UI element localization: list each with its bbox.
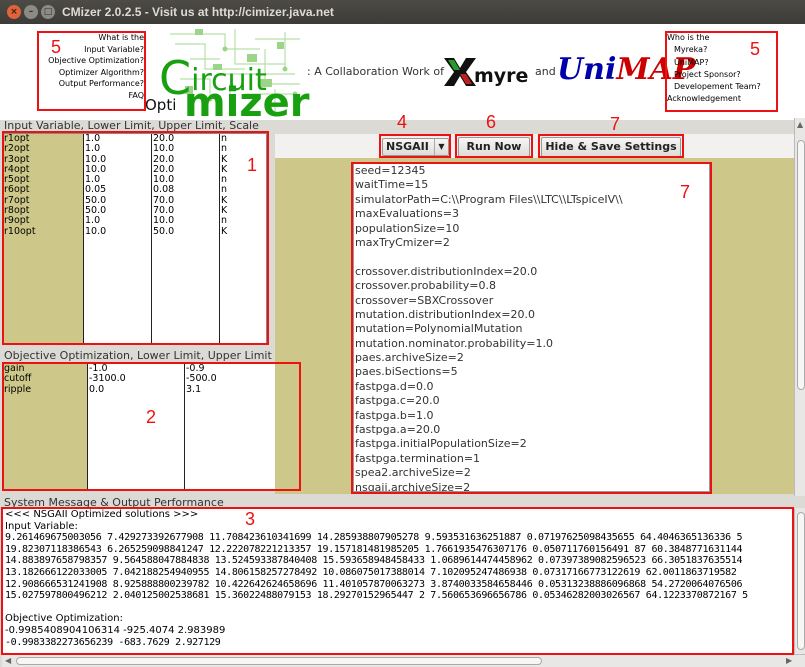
main-vertical-scrollbar[interactable]: ▲ bbox=[794, 118, 805, 496]
annotation-number: 5 bbox=[51, 37, 62, 57]
annotation-number: 1 bbox=[247, 155, 258, 175]
annotation-number: 5 bbox=[750, 39, 761, 59]
annotation-box-hide-save bbox=[538, 134, 684, 158]
annotation-box-algorithm bbox=[379, 134, 451, 158]
myreka-logo: myreka bbox=[442, 54, 554, 90]
annotation-number: 4 bbox=[397, 112, 408, 132]
cmizer-logo: Circuit Opti mizer bbox=[145, 24, 310, 126]
scroll-right-arrow-icon[interactable]: ▶ bbox=[786, 656, 792, 665]
scroll-left-arrow-icon[interactable]: ◀ bbox=[5, 656, 11, 665]
objective-label: Objective Optimization, Lower Limit, Upp… bbox=[4, 349, 272, 362]
title-bar: × – □ CMizer 2.0.2.5 - Visit us at http:… bbox=[0, 0, 805, 24]
annotation-box-help-right bbox=[665, 31, 778, 112]
scrollbar-thumb[interactable] bbox=[797, 140, 805, 390]
scroll-up-arrow-icon[interactable]: ▲ bbox=[797, 120, 803, 129]
annotation-number: 2 bbox=[146, 407, 157, 427]
output-horizontal-scrollbar[interactable]: ◀ ▶ bbox=[2, 654, 805, 667]
annotation-box-input bbox=[2, 131, 269, 345]
annotation-number: 7 bbox=[610, 114, 621, 134]
svg-text:myreka: myreka bbox=[474, 65, 530, 87]
annotation-number: 6 bbox=[486, 112, 497, 132]
collaboration-text: : A Collaboration Work of bbox=[307, 65, 444, 78]
maximize-window-button[interactable]: □ bbox=[41, 5, 55, 19]
output-vertical-scrollbar[interactable] bbox=[794, 508, 805, 654]
and-text: and bbox=[535, 65, 556, 78]
annotation-number: 7 bbox=[680, 182, 691, 202]
close-window-button[interactable]: × bbox=[7, 5, 21, 19]
scrollbar-thumb[interactable] bbox=[16, 657, 542, 665]
scrollbar-thumb[interactable] bbox=[797, 512, 805, 650]
annotation-box-output bbox=[1, 507, 794, 655]
logo-opti-text: Opti bbox=[145, 96, 177, 114]
annotation-box-run bbox=[455, 134, 533, 158]
minimize-window-button[interactable]: – bbox=[24, 5, 38, 19]
annotation-box-settings bbox=[351, 162, 712, 494]
window-title: CMizer 2.0.2.5 - Visit us at http://cimi… bbox=[62, 5, 334, 19]
annotation-number: 3 bbox=[245, 509, 256, 529]
